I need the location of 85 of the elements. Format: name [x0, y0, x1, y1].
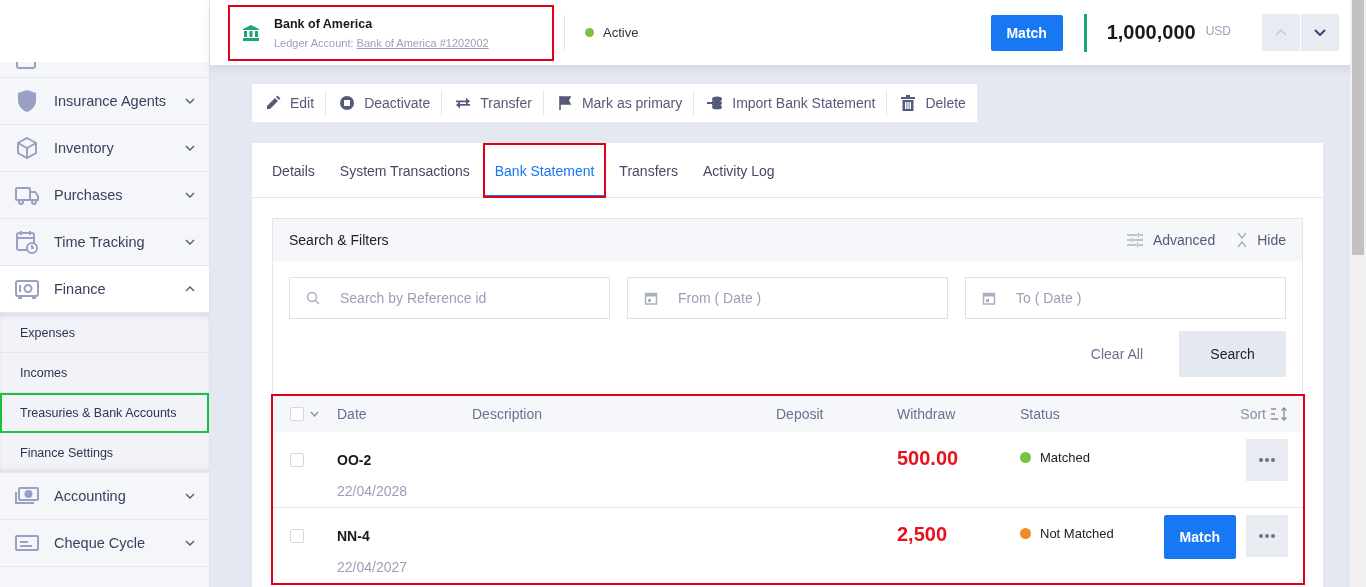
hide-button[interactable]: Hide — [1237, 232, 1286, 248]
sidebar-item[interactable]: Accounting — [0, 473, 209, 520]
chevron-icon — [185, 540, 195, 546]
toolbar-button[interactable]: Deactivate — [325, 90, 442, 116]
toolbar-icon — [455, 95, 472, 111]
status-text: Active — [603, 25, 639, 40]
status-text: Not Matched — [1040, 526, 1114, 541]
tab[interactable]: Details — [260, 143, 327, 198]
reference-id: NN-4 — [337, 528, 371, 544]
date-text: 22/04/2027 — [337, 559, 409, 575]
match-button[interactable]: Match — [990, 14, 1063, 51]
date-text: 22/04/2028 — [337, 483, 409, 499]
ledger-label: Ledger Account: — [274, 36, 354, 49]
sidebar-item[interactable]: Purchases — [0, 172, 209, 219]
date-field[interactable]: To ( Date ) — [965, 277, 1286, 319]
column-header: Deposit — [776, 406, 825, 422]
tab[interactable]: Bank Statement — [482, 143, 607, 198]
calendar-icon — [982, 291, 996, 305]
calendar-icon — [644, 291, 658, 305]
select-all-checkbox[interactable] — [290, 407, 304, 421]
more-icon — [1259, 534, 1275, 538]
bank-icon — [242, 23, 260, 42]
tab[interactable]: System Transactions — [327, 143, 482, 198]
chevron-icon — [185, 98, 195, 104]
status-text: Matched — [1040, 450, 1090, 465]
clear-all-button[interactable]: Clear All — [1090, 346, 1143, 362]
sidebar-item[interactable]: Cheque Cycle — [0, 520, 209, 567]
sidebar-item[interactable]: Finance — [0, 266, 209, 313]
row-checkbox[interactable] — [290, 453, 304, 467]
more-button[interactable] — [1246, 515, 1288, 557]
collapse-icon — [1237, 232, 1248, 248]
search-icon — [306, 291, 320, 305]
menu-icon — [14, 229, 40, 255]
sort-icon — [1270, 407, 1288, 421]
sliders-icon — [1126, 233, 1143, 247]
menu-icon — [14, 135, 40, 161]
toolbar-icon — [707, 95, 724, 111]
balance-amount: 1,000,000 — [1106, 21, 1196, 44]
row-checkbox[interactable] — [290, 529, 304, 543]
more-button[interactable] — [1246, 439, 1288, 481]
toolbar-button[interactable]: Edit — [252, 90, 326, 116]
chevron-icon — [185, 145, 195, 151]
chevron-down-icon — [1314, 29, 1326, 36]
tab[interactable]: Activity Log — [690, 143, 787, 198]
account-title: Bank of America — [274, 16, 374, 31]
sidebar-item[interactable]: Insurance Agents — [0, 78, 209, 125]
previous-button[interactable] — [1262, 14, 1300, 51]
filters-title: Search & Filters — [289, 232, 389, 248]
chevron-down-icon[interactable] — [310, 411, 319, 417]
submenu-item[interactable]: Expenses — [0, 313, 209, 353]
advanced-button[interactable]: Advanced — [1126, 232, 1216, 248]
column-header: Status — [1020, 406, 1061, 422]
date-field[interactable]: From ( Date ) — [627, 277, 948, 319]
status-dot — [585, 28, 594, 37]
submenu-item[interactable]: Incomes — [0, 353, 209, 393]
currency-label: USD — [1205, 23, 1231, 38]
chevron-icon — [185, 239, 195, 245]
toolbar-icon — [339, 95, 356, 111]
toolbar-icon — [265, 95, 281, 111]
chevron-icon — [185, 286, 195, 292]
more-icon — [1259, 458, 1275, 462]
sidebar-item[interactable]: Inventory — [0, 125, 209, 172]
chevron-icon — [185, 192, 195, 198]
chevron-up-icon — [1275, 29, 1287, 36]
withdraw-amount: 2,500 — [897, 522, 949, 546]
column-header: Description — [472, 406, 544, 422]
submenu-item[interactable]: Treasuries & Bank Accounts — [0, 393, 209, 433]
toolbar-button[interactable]: Delete — [886, 90, 977, 116]
next-button[interactable] — [1301, 14, 1339, 51]
match-button[interactable]: Match — [1163, 515, 1236, 559]
submenu-item[interactable]: Finance Settings — [0, 433, 209, 473]
toolbar-button[interactable]: Import Bank Statement — [693, 90, 887, 116]
toolbar-icon — [556, 95, 573, 111]
column-header: Withdraw — [897, 406, 957, 422]
search-field[interactable]: Search by Reference id — [289, 277, 610, 319]
toolbar-button[interactable]: Mark as primary — [542, 90, 694, 116]
chevron-icon — [185, 493, 195, 499]
search-button[interactable]: Search — [1179, 331, 1286, 377]
toolbar-icon — [900, 95, 917, 111]
toolbar-button[interactable]: Transfer — [441, 90, 543, 116]
scrollbar[interactable] — [1350, 0, 1366, 587]
tab[interactable]: Transfers — [607, 143, 690, 198]
reference-id: OO-2 — [337, 452, 373, 468]
column-header: Date — [337, 406, 368, 422]
withdraw-amount: 500.00 — [897, 446, 960, 470]
